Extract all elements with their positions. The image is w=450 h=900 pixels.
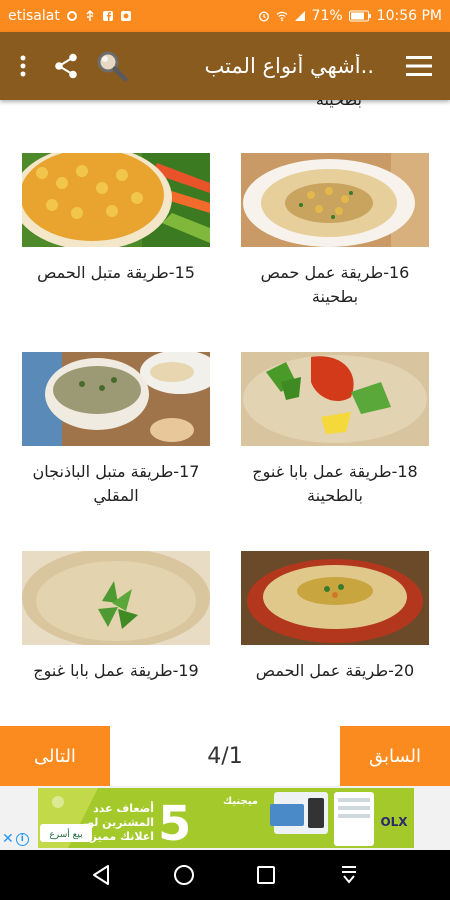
pull-down-icon bbox=[341, 866, 356, 884]
recipe-image-15 bbox=[22, 153, 210, 247]
facebook-icon bbox=[102, 11, 113, 21]
previous-page-button[interactable]: السابق bbox=[340, 726, 450, 786]
recipe-title-17: 17-طريقة متبل الباذنجان المقلي bbox=[32, 462, 200, 505]
notification-icon bbox=[120, 11, 131, 21]
next-page-button[interactable]: التالى bbox=[0, 726, 110, 786]
share-button[interactable] bbox=[44, 32, 88, 100]
more-options-button[interactable] bbox=[6, 32, 40, 100]
recipe-card-20[interactable]: 20-طريقة عمل الحمص bbox=[241, 551, 429, 683]
whatsapp-icon bbox=[66, 11, 77, 21]
back-button[interactable] bbox=[81, 855, 121, 895]
ad-cta-text: بيع أسرع bbox=[49, 828, 82, 840]
recipe-card-16[interactable]: 16-طريقة عمل حمص بطحينة bbox=[241, 153, 429, 309]
alarm-icon bbox=[258, 11, 269, 22]
recipe-list[interactable]: بطحينة 15-طريقة متبل الحمص bbox=[0, 100, 450, 726]
recipe-card-15[interactable]: 15-طريقة متبل الحمص bbox=[22, 153, 210, 285]
battery-percent: 71% bbox=[311, 8, 343, 24]
ad-line2: المشترين لو bbox=[86, 816, 154, 829]
recents-icon bbox=[257, 866, 276, 884]
hamburger-menu-icon bbox=[406, 56, 432, 76]
recipe-image-18 bbox=[241, 352, 429, 446]
page-title: أشهي أنواع المتب.. bbox=[204, 54, 374, 78]
ad-brand: ميجنيك bbox=[223, 796, 258, 807]
notification-pull-button[interactable] bbox=[329, 855, 369, 895]
recipe-title-16: 16-طريقة عمل حمص بطحينة bbox=[260, 263, 410, 306]
recipe-title-18: 18-طريقة عمل بابا غنوج بالطحينة bbox=[252, 462, 418, 505]
ad-choices[interactable]: ✕ i bbox=[2, 830, 38, 848]
recipe-card-19[interactable]: 19-طريقة عمل بابا غنوج bbox=[22, 551, 210, 683]
ad-number: 5 bbox=[158, 796, 191, 848]
ad-banner[interactable]: بيع أسرع أضعاف عدد المشترين لو اعلانك مم… bbox=[38, 788, 414, 848]
clock-time: 10:56 PM bbox=[376, 8, 442, 24]
signal-icon bbox=[294, 11, 305, 21]
recipe-image-17 bbox=[22, 352, 210, 446]
wifi-icon bbox=[276, 11, 287, 22]
usb-icon bbox=[86, 10, 94, 21]
recipe-image-19 bbox=[22, 551, 210, 645]
carrier-label: etisalat bbox=[8, 8, 60, 24]
ad-line1: أضعاف عدد bbox=[93, 801, 154, 815]
more-vert-icon bbox=[20, 55, 26, 77]
recipe-title-20: 20-طريقة عمل الحمص bbox=[255, 661, 415, 680]
recipe-card-18[interactable]: 18-طريقة عمل بابا غنوج بالطحينة bbox=[241, 352, 429, 508]
battery-icon bbox=[348, 10, 371, 22]
share-icon bbox=[55, 53, 77, 79]
recipe-image-20 bbox=[241, 551, 429, 645]
status-bar: etisalat 71% 10:56 PM bbox=[0, 0, 450, 32]
recents-button[interactable] bbox=[246, 855, 286, 895]
app-bar: أشهي أنواع المتب.. bbox=[0, 32, 450, 100]
recipe-image-16 bbox=[241, 153, 429, 247]
system-nav-bar bbox=[0, 850, 450, 900]
ad-area: بيع أسرع أضعاف عدد المشترين لو اعلانك مم… bbox=[0, 786, 450, 850]
ad-logo: OLX bbox=[380, 815, 408, 829]
page-count: 4/1 bbox=[207, 743, 243, 769]
back-icon bbox=[93, 865, 110, 885]
search-button[interactable] bbox=[90, 32, 134, 100]
ad-close-icon[interactable]: ✕ bbox=[2, 831, 14, 847]
pager: التالى 4/1 السابق bbox=[0, 726, 450, 786]
ad-line3: اعلانك مميز bbox=[90, 830, 154, 843]
recipe-title-15: 15-طريقة متبل الحمص bbox=[37, 263, 195, 282]
cut-off-label: بطحينة bbox=[316, 100, 362, 109]
ad-info-icon[interactable]: i bbox=[15, 832, 29, 846]
recipe-card-17[interactable]: 17-طريقة متبل الباذنجان المقلي bbox=[22, 352, 210, 508]
recipe-title-19: 19-طريقة عمل بابا غنوج bbox=[33, 661, 199, 680]
menu-button[interactable] bbox=[388, 32, 450, 100]
search-icon bbox=[97, 51, 128, 82]
ad-graphic: بيع أسرع أضعاف عدد المشترين لو اعلانك مم… bbox=[38, 788, 414, 848]
home-button[interactable] bbox=[164, 855, 204, 895]
home-icon bbox=[173, 865, 194, 885]
